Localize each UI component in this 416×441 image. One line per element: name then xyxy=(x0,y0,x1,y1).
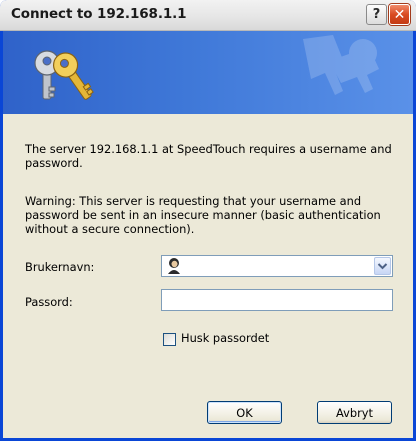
remember-password-label[interactable]: Husk passordet xyxy=(181,331,269,345)
ok-button[interactable]: OK xyxy=(207,401,282,424)
title-bar[interactable]: Connect to 192.168.1.1 ? ✕ xyxy=(0,0,416,31)
keys-watermark-icon xyxy=(303,35,379,95)
server-message: The server 192.168.1.1 at SpeedTouch req… xyxy=(25,142,392,170)
security-warning: Warning: This server is requesting that … xyxy=(25,194,381,236)
username-label: Brukernavn: xyxy=(25,260,95,274)
keys-icon xyxy=(34,50,94,100)
username-dropdown-button[interactable] xyxy=(374,257,391,275)
dialog-window: Connect to 192.168.1.1 ? ✕ The server 19… xyxy=(0,0,416,441)
username-combobox[interactable] xyxy=(161,255,393,277)
remember-password-checkbox[interactable] xyxy=(163,333,176,346)
cancel-button[interactable]: Avbryt xyxy=(317,401,392,424)
chevron-down-icon xyxy=(377,263,388,270)
close-button[interactable]: ✕ xyxy=(389,4,410,25)
password-field[interactable] xyxy=(161,289,393,311)
dialog-body: The server 192.168.1.1 at SpeedTouch req… xyxy=(3,31,413,438)
help-button[interactable]: ? xyxy=(366,4,387,25)
user-icon xyxy=(168,258,180,274)
window-title: Connect to 192.168.1.1 xyxy=(11,6,187,22)
banner-artwork xyxy=(34,35,379,100)
password-label: Passord: xyxy=(25,295,73,309)
banner xyxy=(3,31,413,114)
